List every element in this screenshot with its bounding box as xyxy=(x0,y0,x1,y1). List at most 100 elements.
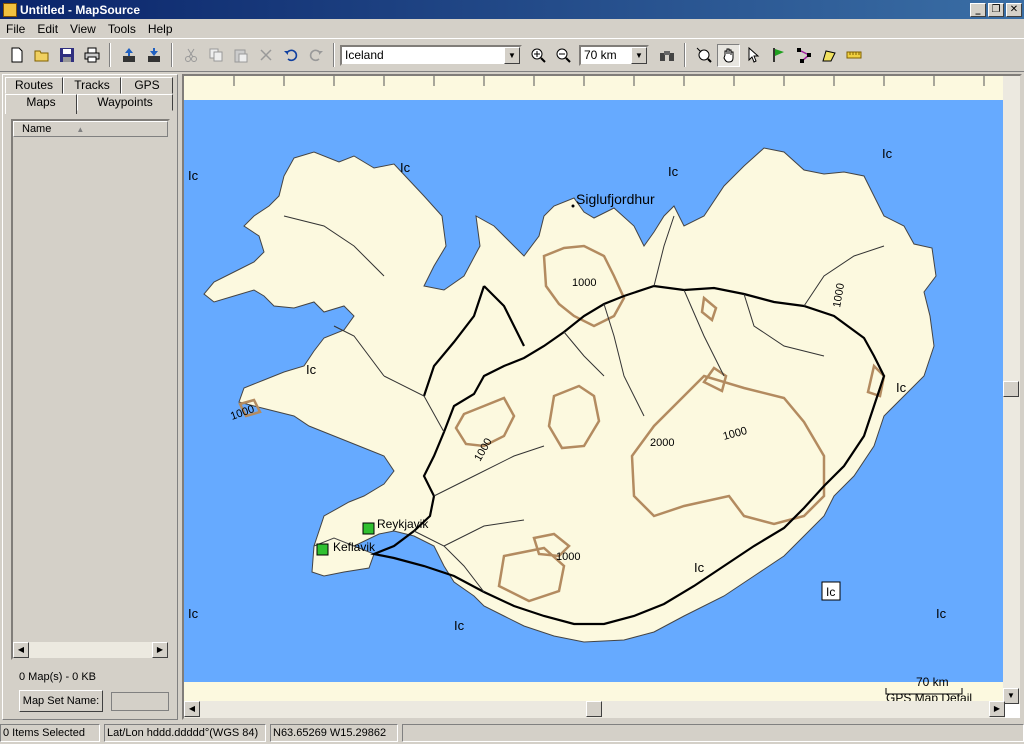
reykjavik-airport-marker[interactable] xyxy=(362,522,375,535)
list-horizontal-scrollbar[interactable]: ◀ ▶ xyxy=(13,642,168,658)
flag-icon xyxy=(772,48,784,62)
tab-routes[interactable]: Routes xyxy=(5,77,63,94)
place-label-keflavik[interactable]: Keflavik xyxy=(333,540,376,554)
copy-button[interactable] xyxy=(204,44,227,67)
keflavik-airport-marker[interactable] xyxy=(316,543,329,556)
map-vertical-scrollbar[interactable]: ▼ xyxy=(1003,76,1020,704)
tab-maps[interactable]: Maps xyxy=(5,94,77,114)
name-column-label: Name xyxy=(22,123,52,135)
zoom-tool-icon xyxy=(696,47,712,63)
name-column-header[interactable]: Name ▲ xyxy=(13,121,168,137)
window-title: Untitled - MapSource xyxy=(20,2,141,17)
save-button[interactable] xyxy=(55,44,78,67)
ice-label: Ic xyxy=(668,164,679,179)
chevron-down-icon[interactable]: ▼ xyxy=(631,46,647,64)
send-to-device-button[interactable] xyxy=(117,44,140,67)
menu-bar: File Edit View Tools Help xyxy=(0,19,1024,38)
route-tool-button[interactable] xyxy=(792,44,815,67)
receive-from-device-button[interactable] xyxy=(142,44,165,67)
scroll-right-button[interactable]: ▶ xyxy=(152,642,168,658)
maximize-button[interactable]: ❐ xyxy=(988,2,1004,17)
send-to-device-icon xyxy=(122,48,135,62)
selection-tool-button[interactable] xyxy=(742,44,765,67)
new-button[interactable] xyxy=(5,44,28,67)
place-label-reykjavik[interactable]: Reykjavik xyxy=(377,517,429,531)
tab-gps[interactable]: GPS xyxy=(121,77,173,94)
minimize-button[interactable]: _ xyxy=(970,2,986,17)
map-product-value: Iceland xyxy=(345,48,384,62)
open-button[interactable] xyxy=(30,44,53,67)
zoom-in-button[interactable] xyxy=(526,44,549,67)
chevron-down-icon[interactable]: ▼ xyxy=(504,46,520,64)
coordinate-format-status[interactable]: Lat/Lon hddd.ddddd°(WGS 84) xyxy=(104,724,266,742)
scroll-right-button[interactable]: ▶ xyxy=(989,701,1005,717)
menu-tools[interactable]: Tools xyxy=(102,22,142,36)
toolbar: Iceland ▼ 70 km ▼ xyxy=(0,38,1024,72)
print-button[interactable] xyxy=(80,44,103,67)
scroll-left-button[interactable]: ◀ xyxy=(184,701,200,717)
menu-file[interactable]: File xyxy=(0,22,31,36)
track-tool-button[interactable] xyxy=(817,44,840,67)
ice-label: Ic xyxy=(826,585,835,599)
zoom-scale-value: 70 km xyxy=(584,48,617,62)
delete-x-icon xyxy=(259,49,272,61)
zoom-out-icon xyxy=(556,48,571,63)
scroll-down-button[interactable]: ▼ xyxy=(1003,688,1019,704)
contour-label: 1000 xyxy=(572,277,596,289)
redo-button[interactable] xyxy=(304,44,327,67)
status-bar: 0 Items Selected Lat/Lon hddd.ddddd°(WGS… xyxy=(0,722,1024,744)
toolbar-separator xyxy=(109,43,111,67)
scissors-icon xyxy=(184,48,197,62)
horizontal-scroll-thumb[interactable] xyxy=(586,701,602,717)
scroll-left-button[interactable]: ◀ xyxy=(13,642,29,658)
waypoint-tool-button[interactable] xyxy=(767,44,790,67)
map-set-name-field[interactable] xyxy=(111,692,169,711)
tab-waypoints[interactable]: Waypoints xyxy=(77,94,173,111)
new-document-icon xyxy=(11,47,22,63)
open-folder-icon xyxy=(34,50,48,62)
scale-bar-label: 70 km xyxy=(916,675,949,689)
receive-from-device-icon xyxy=(147,48,160,62)
tab-tracks[interactable]: Tracks xyxy=(63,77,121,94)
zoom-tool-button[interactable] xyxy=(692,44,715,67)
toolbar-separator xyxy=(333,43,335,67)
measure-tool-button[interactable] xyxy=(842,44,865,67)
paste-clipboard-icon xyxy=(234,49,247,63)
close-button[interactable]: ✕ xyxy=(1006,2,1022,17)
ice-label: Ic xyxy=(188,168,199,183)
ice-label: Ic xyxy=(400,160,411,175)
map-product-select[interactable]: Iceland ▼ xyxy=(340,44,522,66)
contour-label: 1000 xyxy=(556,551,580,563)
map-horizontal-scrollbar[interactable]: ◀ ▶ xyxy=(184,701,1005,718)
cut-button[interactable] xyxy=(179,44,202,67)
copy-icon xyxy=(209,48,222,62)
place-label-siglufjordhur[interactable]: Siglufjordhur xyxy=(576,191,655,207)
left-panel: Routes Tracks GPS Maps Waypoints Name ▲ … xyxy=(2,74,178,720)
vertical-scroll-thumb[interactable] xyxy=(1003,381,1019,397)
ruler-icon xyxy=(846,51,861,59)
ice-label: Ic xyxy=(306,362,317,377)
zoom-in-icon xyxy=(531,48,546,63)
delete-button[interactable] xyxy=(254,44,277,67)
status-spare-panel xyxy=(402,724,1024,742)
find-button[interactable] xyxy=(655,44,678,67)
map-set-name-button[interactable]: Map Set Name: xyxy=(19,690,103,712)
map-canvas[interactable]: Siglufjordhur Reykjavik Keflavik Ic Ic I… xyxy=(184,76,1005,704)
undo-button[interactable] xyxy=(279,44,302,67)
hand-tool-button[interactable] xyxy=(717,43,740,67)
map-view[interactable]: Siglufjordhur Reykjavik Keflavik Ic Ic I… xyxy=(182,74,1022,720)
paste-button[interactable] xyxy=(229,44,252,67)
map-size-info: 0 Map(s) - 0 KB xyxy=(19,671,97,683)
siglufjordhur-marker[interactable] xyxy=(571,204,575,208)
zoom-out-button[interactable] xyxy=(551,44,574,67)
route-nodes-icon xyxy=(796,48,811,63)
ice-label: Ic xyxy=(936,606,947,621)
ice-label: Ic xyxy=(188,606,199,621)
menu-view[interactable]: View xyxy=(64,22,102,36)
ice-label: Ic xyxy=(694,560,705,575)
menu-edit[interactable]: Edit xyxy=(31,22,64,36)
ice-label: Ic xyxy=(454,618,465,633)
zoom-scale-select[interactable]: 70 km ▼ xyxy=(579,44,649,66)
maps-list[interactable]: Name ▲ ◀ ▶ xyxy=(11,119,170,660)
menu-help[interactable]: Help xyxy=(142,22,179,36)
